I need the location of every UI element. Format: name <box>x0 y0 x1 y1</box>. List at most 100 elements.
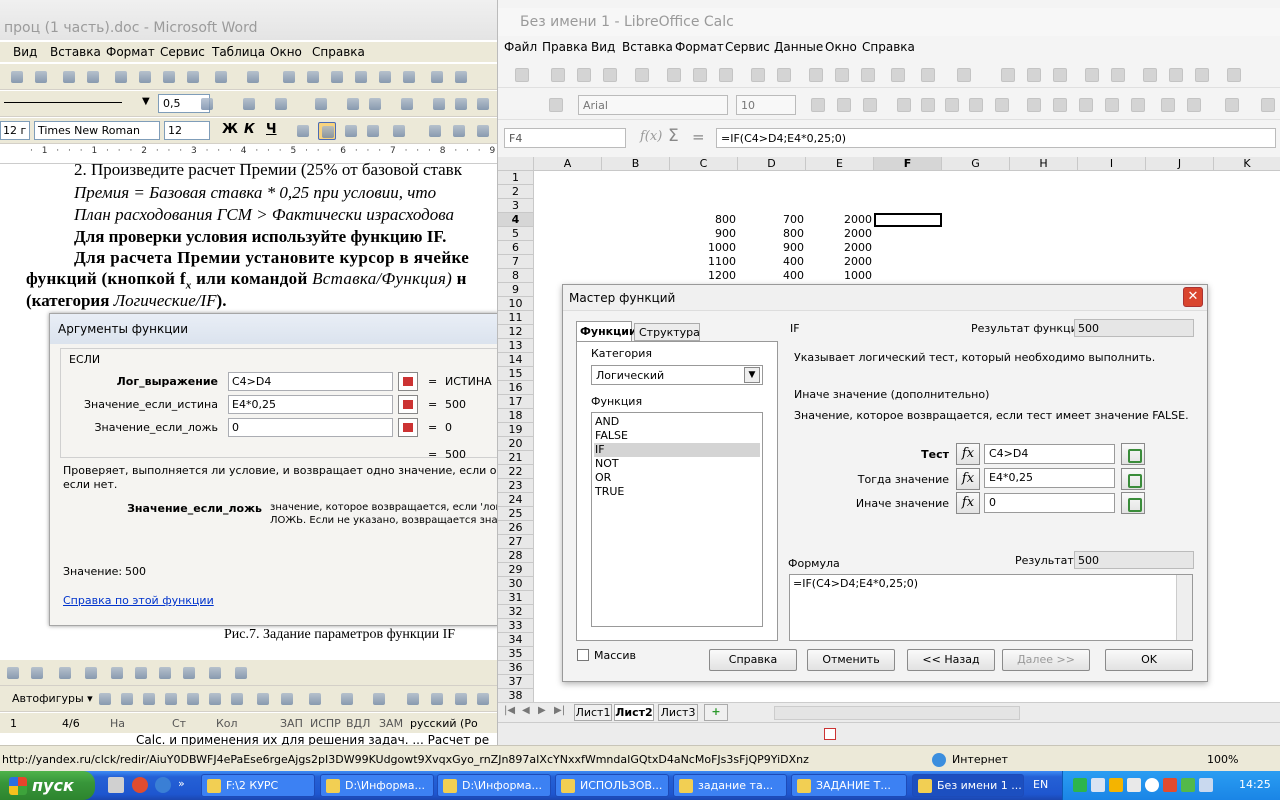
collapse-dialog-icon-1[interactable] <box>398 372 418 391</box>
indent-icon[interactable] <box>1158 95 1176 113</box>
collapse-dialog-icon-3[interactable] <box>398 418 418 437</box>
task-button[interactable]: D:\Информа... <box>437 774 551 797</box>
calc-paste-icon[interactable] <box>858 65 876 83</box>
calc-justify-icon[interactable] <box>966 95 984 113</box>
format-painter-icon[interactable] <box>184 68 202 86</box>
tab-structure[interactable]: Структура <box>634 323 700 341</box>
row-header[interactable]: 10 <box>498 297 534 311</box>
insert-excel-icon[interactable] <box>352 68 370 86</box>
corner-select-all[interactable] <box>498 157 534 171</box>
list-item[interactable]: TRUE <box>594 485 760 499</box>
row-header[interactable]: 6 <box>498 241 534 255</box>
network-icon[interactable] <box>1181 778 1195 792</box>
cut-icon[interactable] <box>112 68 130 86</box>
row-header[interactable]: 32 <box>498 605 534 619</box>
save-icon[interactable] <box>574 65 592 83</box>
research-icon[interactable] <box>84 68 102 86</box>
arrow-icon[interactable] <box>118 690 136 708</box>
row-header[interactable]: 28 <box>498 549 534 563</box>
list-item[interactable]: FALSE <box>594 429 760 443</box>
table-cell[interactable]: 700 <box>738 213 806 227</box>
redo-icon[interactable] <box>244 68 262 86</box>
volume-icon[interactable] <box>1145 778 1159 792</box>
col-header[interactable]: A <box>534 157 602 171</box>
borders-icon[interactable] <box>240 95 258 113</box>
menu-format[interactable]: Формат <box>106 45 155 59</box>
autospell-icon[interactable] <box>774 65 792 83</box>
table-cell[interactable]: 2000 <box>806 255 874 269</box>
calc-bold-icon[interactable] <box>808 95 826 113</box>
row-header[interactable]: 2 <box>498 185 534 199</box>
styles-icon[interactable] <box>546 95 564 113</box>
underline-button[interactable]: Ч <box>266 122 277 137</box>
calc-borders-icon[interactable] <box>1222 95 1240 113</box>
calc-undo-icon[interactable] <box>918 65 936 83</box>
category-select[interactable]: Логический <box>591 365 763 385</box>
row-header[interactable]: 18 <box>498 409 534 423</box>
reset-picture-icon[interactable] <box>232 664 250 682</box>
fx-icon[interactable]: fx <box>956 443 980 465</box>
formula-input[interactable]: =IF(C4>D4;E4*0,25;0) <box>716 128 1276 148</box>
task-button[interactable]: D:\Информа... <box>320 774 434 797</box>
autoformat-icon[interactable] <box>474 95 492 113</box>
task-button[interactable]: F:\2 КУРС <box>201 774 315 797</box>
list-item-selected[interactable]: IF <box>594 443 760 457</box>
paste-icon[interactable] <box>160 68 178 86</box>
row-header[interactable]: 19 <box>498 423 534 437</box>
table-cell[interactable]: 900 <box>738 241 806 255</box>
align-right-icon[interactable] <box>342 122 360 140</box>
edit-points-icon[interactable] <box>82 664 100 682</box>
tray-icon[interactable] <box>1199 778 1213 792</box>
function-list[interactable]: AND FALSE IF NOT OR TRUE <box>591 412 763 627</box>
bullets-icon[interactable] <box>450 122 468 140</box>
outdent-icon[interactable] <box>474 122 492 140</box>
calc-spellcheck-icon[interactable] <box>748 65 766 83</box>
sort-asc-icon[interactable] <box>1024 65 1042 83</box>
undo-icon[interactable] <box>212 68 230 86</box>
insert-table-icon-2[interactable] <box>312 95 330 113</box>
collapse-dialog-icon-2[interactable] <box>398 395 418 414</box>
name-box[interactable]: F4 <box>504 128 626 148</box>
help-button[interactable]: Справка <box>709 649 797 671</box>
task-button[interactable]: ЗАДАНИЕ Т... <box>791 774 907 797</box>
fx-icon[interactable]: fx <box>956 492 980 514</box>
font-color-icon[interactable] <box>370 690 388 708</box>
table-cell[interactable]: 400 <box>738 255 806 269</box>
calc-menu-file[interactable]: Файл <box>504 40 537 54</box>
line-style-icon-2[interactable] <box>404 690 422 708</box>
row-header[interactable]: 22 <box>498 465 534 479</box>
row-header[interactable]: 34 <box>498 633 534 647</box>
hyperlink-icon-calc[interactable] <box>998 65 1016 83</box>
arg-input-test[interactable]: C4>D4 <box>984 444 1115 464</box>
row-header[interactable]: 25 <box>498 507 534 521</box>
formula-editor[interactable]: =IF(C4>D4;E4*0,25;0) <box>789 574 1193 641</box>
col-header[interactable]: I <box>1078 157 1146 171</box>
row-header[interactable]: 16 <box>498 381 534 395</box>
row-header[interactable]: 27 <box>498 535 534 549</box>
email-icon[interactable] <box>600 65 618 83</box>
spellcheck-icon[interactable] <box>60 68 78 86</box>
table-cell[interactable]: 1200 <box>670 269 738 283</box>
print-preview-icon[interactable] <box>32 68 50 86</box>
edit-file-icon[interactable] <box>632 65 650 83</box>
row-header[interactable]: 38 <box>498 689 534 703</box>
picture-icon[interactable] <box>278 690 296 708</box>
task-button-active[interactable]: Без имени 1 ... <box>912 774 1024 797</box>
row-header[interactable]: 33 <box>498 619 534 633</box>
new-icon[interactable] <box>512 65 530 83</box>
clipart-icon[interactable] <box>254 690 272 708</box>
calc-menu-tools[interactable]: Сервис <box>725 40 770 54</box>
array-checkbox[interactable] <box>577 649 589 661</box>
col-header-active[interactable]: F <box>874 157 942 171</box>
sum-icon[interactable]: Σ <box>668 126 679 146</box>
arg-input-else[interactable]: 0 <box>984 493 1115 513</box>
zoom-icon[interactable] <box>1224 65 1242 83</box>
row-header[interactable]: 26 <box>498 521 534 535</box>
table-cell[interactable]: 900 <box>670 227 738 241</box>
find-icon[interactable] <box>1140 65 1158 83</box>
tab-functions[interactable]: Функции <box>576 321 637 341</box>
col-header[interactable]: K <box>1214 157 1280 171</box>
drawing-icon[interactable] <box>400 68 418 86</box>
calc-preview-icon[interactable] <box>716 65 734 83</box>
calc-menu-format[interactable]: Формат <box>675 40 724 54</box>
